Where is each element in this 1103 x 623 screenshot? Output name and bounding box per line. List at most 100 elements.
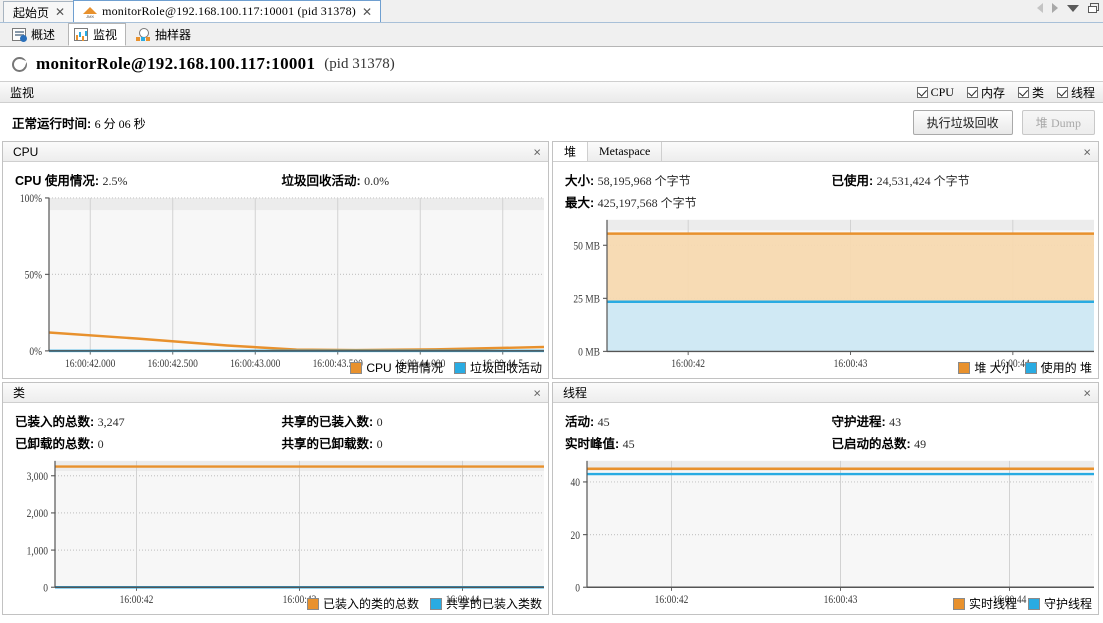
panel-header: 类 × [3,383,548,403]
svg-text:0: 0 [575,583,580,595]
stat-value: 0 [376,415,383,429]
threads-chart-legend: 实时线程 守护线程 [952,595,1092,612]
svg-text:50 MB: 50 MB [573,241,600,253]
heap-dump-label-en: Dump [1051,116,1081,130]
legend-label: 已装入的类的总数 [322,597,419,611]
panel-tab-metaspace[interactable]: Metaspace [588,142,663,161]
panel-heap: 堆 Metaspace × 大小: 58,195,968 个字节 已使用: 24… [552,141,1099,379]
legend-label: 守护线程 [1043,597,1092,611]
stat-classes-shared-loaded: 共享的已装入数: 0 [282,411,549,430]
overview-icon [12,28,27,42]
stat-label: 垃圾回收活动: [281,174,361,188]
legend-item: 已装入的类的总数 [306,595,419,612]
stat-threads-live: 活动: 45 [565,411,832,430]
legend-swatch [306,597,319,610]
stat-value: 2.5% [102,174,128,188]
close-icon[interactable]: ✕ [54,6,66,18]
heap-dump-button[interactable]: 堆 Dump [1021,110,1095,135]
panel-tab-heap[interactable]: 堆 [553,142,589,161]
tab-label: 概述 [31,28,56,42]
legend-label: 使用的 堆 [1040,361,1092,375]
stat-label: 共享的已卸载数: [281,437,374,451]
heap-dump-label-cn: 堆 [1035,116,1048,130]
classes-chart-legend: 已装入的类的总数 共享的已装入类数 [306,595,542,612]
uptime-and-actions-row: 正常运行时间: 6 分 06 秒 执行垃圾回收 堆 Dump [0,103,1103,141]
stat-threads-daemon: 守护进程: 43 [832,411,1099,430]
panel-threads: 线程 × 活动: 45 守护进程: 43 实时峰值: 45 已启动的总数: 49… [552,382,1099,615]
scroll-right-arrow-icon[interactable] [1052,3,1058,13]
chevron-down-icon[interactable] [1067,4,1079,12]
stat-threads-started-total: 已启动的总数: 49 [832,433,1099,452]
stat-classes-shared-unloaded: 共享的已卸载数: 0 [282,433,549,452]
cpu-chart[interactable]: 0% 50% 100% 16:00:42.000 16:00:42.500 16:00:4… [3,193,548,378]
stat-label: CPU 使用情况: [15,174,100,188]
panel-cpu: CPU × CPU 使用情况: 2.5% 垃圾回收活动: 0.0% 0% 50% 1… [2,141,549,379]
checkbox-classes[interactable]: 类 [1017,84,1044,101]
stat-classes-unloaded-total: 已卸载的总数: 0 [15,433,282,452]
tab-sampler[interactable]: 抽样器 [130,23,200,46]
checkbox-cpu[interactable]: CPU [916,85,954,100]
close-icon[interactable]: ✕ [361,6,373,18]
tab-monitor[interactable]: 监视 [68,23,127,46]
restore-window-icon[interactable] [1088,3,1099,13]
legend-item: 使用的 堆 [1024,359,1092,376]
legend-item: 堆 大小 [958,359,1014,376]
checkbox-icon [916,86,928,98]
close-icon[interactable]: × [533,145,541,158]
stat-label: 守护进程: [831,415,886,429]
legend-swatch [1027,597,1040,610]
uptime-value: 6 分 06 秒 [94,117,146,131]
window-controls [1037,3,1099,13]
sub-tab-bar: 概述 监视 抽样器 [0,23,1103,47]
svg-text:100%: 100% [20,193,42,205]
uptime-display: 正常运行时间: 6 分 06 秒 [12,113,146,132]
stat-value: 425,197,568 个字节 [597,196,697,210]
threads-chart[interactable]: 0 20 40 16:00:42 16:00:43 16:00:44 实时线程 守护线程 [553,456,1098,614]
checkbox-label: 内存 [980,85,1005,100]
page-title: monitorRole@192.168.100.117:10001 [36,54,316,73]
checkbox-memory[interactable]: 内存 [966,84,1005,101]
panel-title: 类 [13,386,26,400]
close-icon[interactable]: × [1083,145,1091,158]
checkbox-icon [1056,86,1068,98]
charts-grid: CPU × CPU 使用情况: 2.5% 垃圾回收活动: 0.0% 0% 50% 1… [0,141,1103,615]
legend-item: 实时线程 [952,595,1017,612]
classes-stats: 已装入的总数: 3,247 共享的已装入数: 0 已卸载的总数: 0 共享的已卸… [3,403,548,456]
window-tab-start-page[interactable]: 起始页 ✕ [3,1,75,22]
jmx-icon [83,6,98,19]
stat-label: 已装入的总数: [15,415,95,429]
stat-label: 最大: [565,196,595,210]
close-icon[interactable]: × [533,386,541,399]
scroll-left-arrow-icon[interactable] [1037,3,1043,13]
svg-text:25 MB: 25 MB [573,294,600,306]
svg-text:16:00:43: 16:00:43 [834,358,868,370]
stat-value: 24,531,424 个字节 [876,174,970,188]
perform-gc-button[interactable]: 执行垃圾回收 [912,110,1013,135]
heap-chart[interactable]: 0 MB 25 MB 50 MB 16:00:42 16:00:43 16:00:44 堆… [553,215,1098,378]
window-tab-jmx-connection[interactable]: monitorRole@192.168.100.117:10001 (pid 3… [73,0,382,22]
panel-title: CPU [13,144,39,159]
uptime-label: 正常运行时间: [12,117,92,131]
checkbox-threads[interactable]: 线程 [1056,84,1095,101]
stat-cpu-usage: CPU 使用情况: 2.5% [15,170,282,189]
tab-overview[interactable]: 概述 [6,23,64,46]
monitor-icon [74,28,89,41]
process-id-label: (pid 31378) [324,55,395,72]
stat-value: 45 [622,437,635,451]
close-icon[interactable]: × [1083,386,1091,399]
stat-value: 0.0% [364,174,390,188]
panel-header: 线程 × [553,383,1098,403]
svg-text:20: 20 [571,530,580,542]
legend-label: 实时线程 [968,597,1017,611]
legend-item: 守护线程 [1027,595,1092,612]
window-tab-label: 起始页 [13,5,50,20]
stat-value: 0 [97,437,104,451]
svg-text:0 MB: 0 MB [578,347,600,359]
classes-chart[interactable]: 0 1,000 2,000 3,000 16:00:42 16:00:43 16:00:44… [3,456,548,614]
legend-label: 堆 大小 [974,361,1014,375]
legend-label: 共享的已装入类数 [445,597,542,611]
svg-text:3,000: 3,000 [27,471,48,483]
stat-label: 已使用: [831,174,874,188]
panel-classes: 类 × 已装入的总数: 3,247 共享的已装入数: 0 已卸载的总数: 0 共… [2,382,549,615]
svg-text:16:00:43.000: 16:00:43.000 [230,358,280,370]
